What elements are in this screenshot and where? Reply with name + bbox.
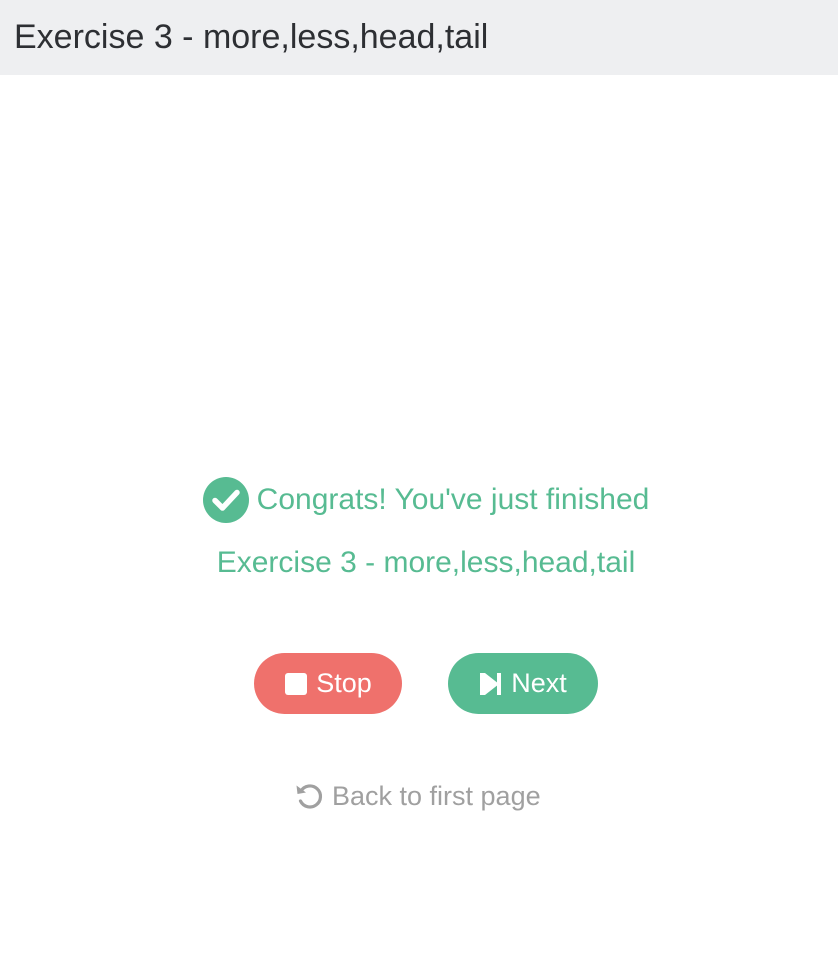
stop-button-label: Stop: [316, 668, 372, 698]
stop-icon: [285, 672, 308, 695]
completion-line: Congrats! You've just finished: [202, 477, 650, 523]
completion-text: Congrats! You've just finished: [256, 483, 650, 516]
next-button-label: Next: [511, 668, 567, 698]
page-title: Exercise 3 - more,less,head,tail: [14, 18, 489, 56]
exercise-name: Exercise 3 - more,less,head,tail: [216, 546, 636, 579]
back-to-first-page-link[interactable]: Back to first page: [294, 778, 541, 814]
undo-icon: [296, 784, 323, 809]
stop-button[interactable]: Stop: [254, 653, 402, 714]
completion-message: Congrats! You've just finished Exercise …: [0, 477, 838, 587]
back-link-label: Back to first page: [332, 781, 541, 811]
step-forward-icon: [480, 672, 502, 695]
header-bar: Exercise 3 - more,less,head,tail: [0, 0, 838, 75]
next-button[interactable]: Next: [448, 653, 598, 714]
check-circle-icon: [202, 477, 249, 523]
